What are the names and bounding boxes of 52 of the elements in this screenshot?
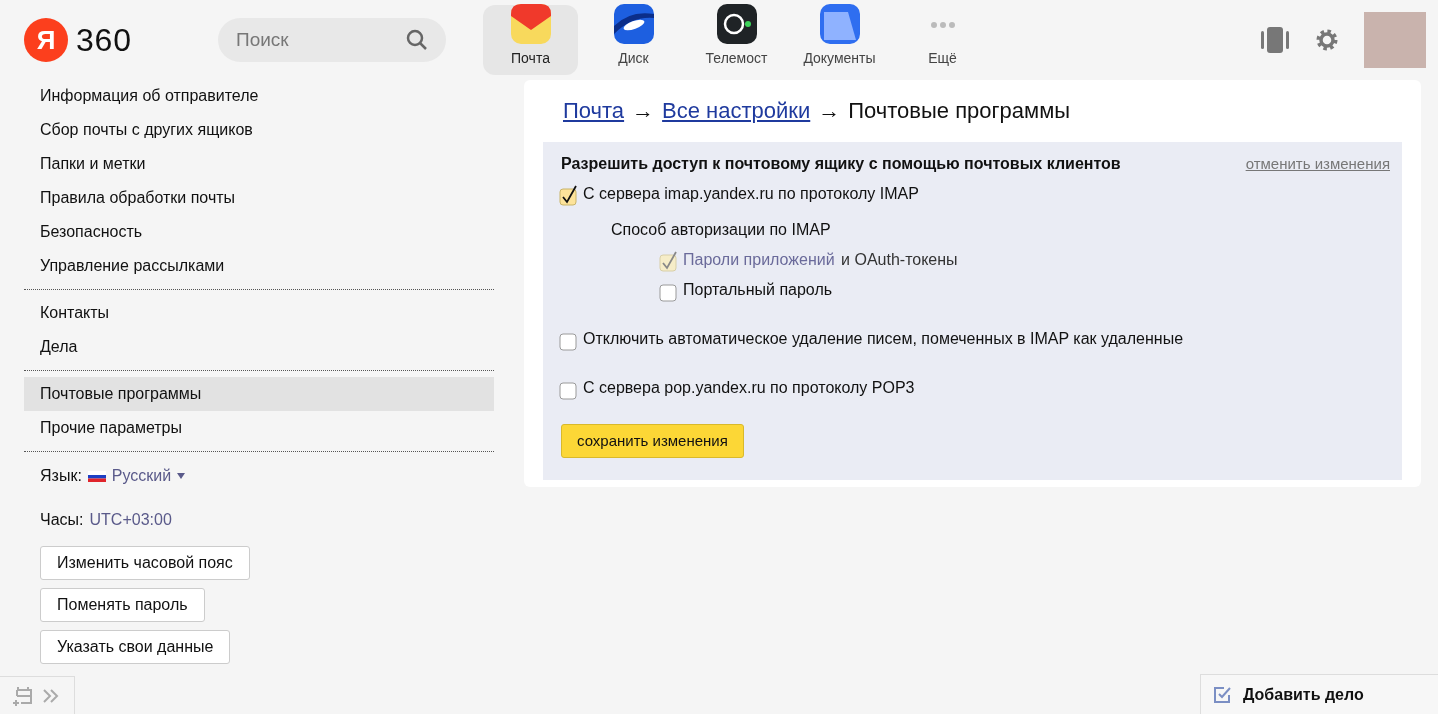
more-icon bbox=[929, 20, 956, 29]
sidebar-item[interactable]: Управление рассылками bbox=[24, 249, 494, 283]
sidebar-item[interactable]: Информация об отправителе bbox=[24, 79, 494, 113]
sidebar-item[interactable]: Сбор почты с других ящиков bbox=[24, 113, 494, 147]
app-tab[interactable]: Диск bbox=[586, 5, 681, 75]
camera-icon bbox=[716, 4, 757, 44]
flag-icon bbox=[87, 470, 106, 482]
checkbox-icon bbox=[1213, 684, 1233, 705]
sidebar-item[interactable]: Прочие параметры bbox=[24, 411, 494, 445]
app-tab[interactable]: Почта bbox=[483, 5, 578, 75]
option-label: и OAuth-токены bbox=[840, 250, 958, 270]
search-field[interactable]: Поиск bbox=[218, 18, 446, 62]
language-label: Язык: bbox=[40, 466, 82, 486]
caret-icon bbox=[177, 473, 186, 479]
phone-icon[interactable] bbox=[1260, 26, 1290, 54]
save-button[interactable]: сохранить изменения bbox=[561, 424, 744, 458]
app-tab[interactable]: Ещё bbox=[895, 5, 990, 75]
sidebar-item[interactable]: Дела bbox=[24, 330, 494, 364]
double-chevron-icon[interactable] bbox=[42, 687, 60, 704]
search-icon[interactable] bbox=[406, 29, 428, 51]
calendar-add-icon[interactable] bbox=[12, 684, 34, 707]
settings-button[interactable]: Изменить часовой пояс bbox=[40, 546, 250, 580]
sidebar-item[interactable]: Безопасность bbox=[24, 215, 494, 249]
sub-heading: Способ авторизации по IMAP bbox=[611, 220, 832, 240]
breadcrumb-arrow: → bbox=[632, 97, 655, 125]
app-tab[interactable]: Документы bbox=[792, 5, 887, 75]
option-label: Портальный пароль bbox=[683, 280, 833, 300]
sidebar-item[interactable]: Контакты bbox=[24, 296, 494, 330]
app-tab[interactable]: Телемост bbox=[689, 5, 784, 75]
logo-text: 360 bbox=[76, 21, 132, 60]
option-label: С сервера pop.yandex.ru по протоколу POP3 bbox=[583, 378, 915, 398]
language-dropdown[interactable]: Русский bbox=[87, 464, 186, 488]
timezone-value: UTC+03:00 bbox=[89, 510, 172, 530]
add-task-button[interactable]: Добавить дело bbox=[1200, 674, 1438, 714]
settings-button[interactable]: Поменять пароль bbox=[40, 588, 205, 622]
envelope-icon bbox=[510, 4, 551, 44]
breadcrumb-link[interactable]: Почта bbox=[563, 94, 625, 127]
page-title: Почтовые программы bbox=[848, 97, 1071, 125]
section-title: Разрешить доступ к почтовому ящику с помощью почтовых клиентов bbox=[561, 154, 1121, 174]
option-label: С сервера imap.yandex.ru по протоколу IMAP bbox=[583, 184, 919, 204]
breadcrumb-link[interactable]: Все настройки bbox=[662, 94, 811, 127]
breadcrumb-arrow: → bbox=[818, 97, 841, 125]
document-icon bbox=[819, 4, 860, 44]
settings-button[interactable]: Указать свои данные bbox=[40, 630, 231, 664]
sidebar-item[interactable]: Почтовые программы bbox=[24, 377, 494, 411]
sidebar-item[interactable]: Папки и метки bbox=[24, 147, 494, 181]
cancel-link[interactable]: отменить изменения bbox=[1245, 152, 1390, 176]
clock-label: Часы: bbox=[40, 510, 84, 530]
settings-icon[interactable] bbox=[1314, 27, 1340, 53]
logo-icon: Я bbox=[24, 18, 68, 62]
option-label: Отключить автоматическое удаление писем, помеченных в IMAP как удаленные bbox=[583, 329, 1184, 349]
sidebar-item[interactable]: Правила обработки почты bbox=[24, 181, 494, 215]
